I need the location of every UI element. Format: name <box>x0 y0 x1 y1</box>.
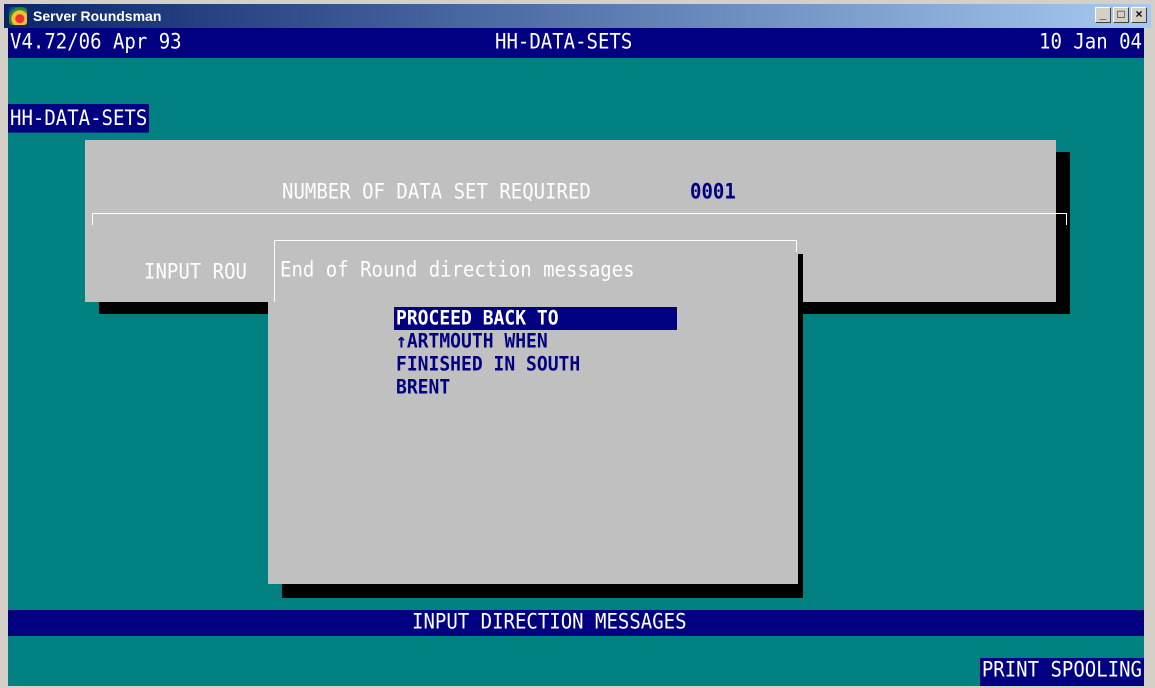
input-label: INPUT ROU <box>144 260 247 285</box>
messages-dialog <box>268 240 798 584</box>
version-text: V4.72/06 Apr 93 <box>10 30 182 55</box>
section-title: HH-DATA-SETS <box>8 104 150 133</box>
header-date: 10 Jan 04 <box>1039 30 1142 55</box>
close-button[interactable]: × <box>1131 7 1147 23</box>
minimize-button[interactable]: _ <box>1095 7 1111 23</box>
terminal-screen[interactable]: V4.72/06 Apr 93 HH-DATA-SETS 10 Jan 04 H… <box>8 28 1144 686</box>
message-line[interactable]: PROCEED BACK TO <box>396 307 559 330</box>
message-line[interactable]: ↑ARTMOUTH WHEN <box>396 330 548 353</box>
maximize-button[interactable]: □ <box>1113 7 1129 23</box>
header-title: HH-DATA-SETS <box>495 30 633 55</box>
dialog-shadow-bottom <box>282 584 803 598</box>
status-text: INPUT DIRECTION MESSAGES <box>412 610 687 635</box>
header-bar: V4.72/06 Apr 93 HH-DATA-SETS 10 Jan 04 <box>8 28 1144 58</box>
title-bar[interactable]: Server Roundsman _ □ × <box>4 4 1151 28</box>
print-spooling-indicator: PRINT SPOOLING <box>979 658 1144 686</box>
number-label: NUMBER OF DATA SET REQUIRED <box>282 180 591 205</box>
dialog-border-left <box>274 240 275 302</box>
app-window: Server Roundsman _ □ × V4.72/06 Apr 93 H… <box>0 0 1155 688</box>
panel-divider <box>92 213 1067 225</box>
window-controls: _ □ × <box>1095 7 1147 23</box>
panel-shadow-right <box>1056 152 1070 314</box>
message-line[interactable]: FINISHED IN SOUTH <box>396 353 580 376</box>
dialog-border-right <box>796 240 797 252</box>
number-field[interactable]: 0001 <box>690 180 736 204</box>
window-title: Server Roundsman <box>33 8 162 24</box>
app-icon[interactable] <box>9 7 27 25</box>
message-line[interactable]: BRENT <box>396 376 450 399</box>
dialog-title: End of Round direction messages <box>280 258 635 283</box>
dialog-border-top <box>274 240 796 253</box>
